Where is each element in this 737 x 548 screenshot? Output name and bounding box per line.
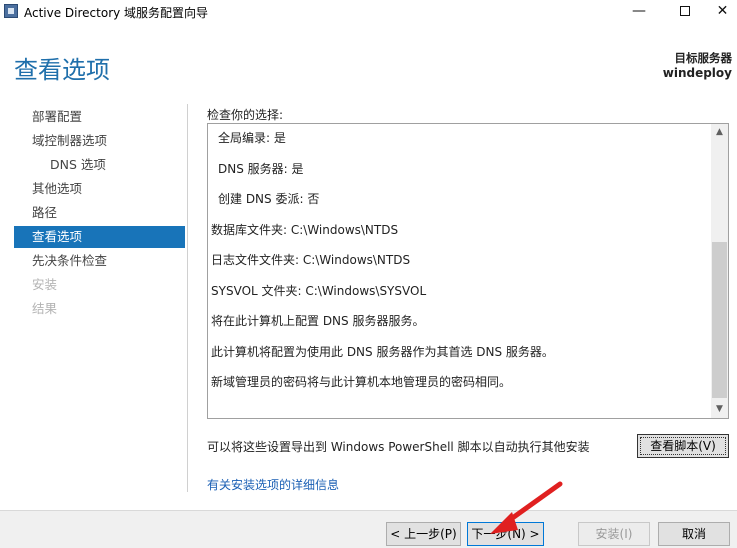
footer-divider (0, 510, 737, 511)
nav-item-installation: 安装 (32, 277, 58, 292)
review-line-dns-service: 将在此计算机上配置 DNS 服务器服务。 (211, 314, 425, 328)
export-script-text: 可以将这些设置导出到 Windows PowerShell 脚本以自动执行其他安… (207, 440, 590, 454)
target-server-name: windeploy (662, 66, 732, 80)
close-button[interactable]: ✕ (708, 0, 737, 24)
vertical-divider (187, 104, 188, 492)
review-scrollbar[interactable]: ▲ ▼ (711, 124, 728, 418)
nav-item-deployment-config[interactable]: 部署配置 (14, 106, 185, 128)
more-info-link[interactable]: 有关安装选项的详细信息 (207, 476, 339, 493)
review-line-log-folder: 日志文件文件夹: C:\Windows\NTDS (211, 253, 411, 267)
review-text-box[interactable]: 全局编录: 是 DNS 服务器: 是 创建 DNS 委派: 否 数据库文件夹: … (207, 123, 729, 419)
scroll-down-arrow-icon[interactable]: ▼ (711, 401, 728, 418)
review-line-global-catalog: 全局编录: 是 (218, 131, 286, 145)
nav-item-dc-options[interactable]: 域控制器选项 (14, 130, 185, 152)
review-line-database-folder: 数据库文件夹: C:\Windows\NTDS (211, 223, 399, 237)
window-title: Active Directory 域服务配置向导 (24, 6, 209, 20)
install-button: 安装(I) (578, 522, 650, 546)
server-manager-icon (4, 4, 18, 18)
maximize-button[interactable] (662, 0, 708, 24)
page-title: 查看选项 (14, 56, 110, 84)
review-selections-label: 检查你的选择: (207, 108, 284, 122)
scroll-thumb[interactable] (712, 242, 727, 398)
title-bar: Active Directory 域服务配置向导 — ✕ (0, 0, 737, 24)
minimize-button[interactable]: — (616, 0, 662, 24)
nav-item-results: 结果 (32, 301, 58, 316)
review-line-admin-password: 新域管理员的密码将与此计算机本地管理员的密码相同。 (211, 375, 512, 389)
nav-item-paths[interactable]: 路径 (14, 202, 185, 224)
review-line-sysvol-folder: SYSVOL 文件夹: C:\Windows\SYSVOL (211, 284, 427, 298)
scroll-up-arrow-icon[interactable]: ▲ (711, 124, 728, 141)
nav-item-review-options[interactable]: 查看选项 (14, 226, 185, 248)
target-server-label: 目标服务器 (674, 51, 733, 65)
maximize-icon (680, 6, 690, 16)
next-button[interactable]: 下一步(N) > (467, 522, 544, 546)
review-line-dns-server: DNS 服务器: 是 (218, 162, 304, 176)
nav-item-prerequisites-check[interactable]: 先决条件检查 (14, 250, 185, 272)
wizard-body: 查看选项 目标服务器 windeploy 部署配置 域控制器选项 DNS 选项 … (0, 24, 737, 510)
review-line-preferred-dns: 此计算机将配置为使用此 DNS 服务器作为其首选 DNS 服务器。 (211, 345, 554, 359)
review-line-dns-delegation: 创建 DNS 委派: 否 (218, 192, 320, 206)
previous-button[interactable]: < 上一步(P) (386, 522, 461, 546)
nav-item-dns-options[interactable]: DNS 选项 (14, 154, 185, 176)
nav-item-additional-options[interactable]: 其他选项 (14, 178, 185, 200)
cancel-button[interactable]: 取消 (658, 522, 730, 546)
view-script-button[interactable]: 查看脚本(V) (637, 434, 729, 458)
